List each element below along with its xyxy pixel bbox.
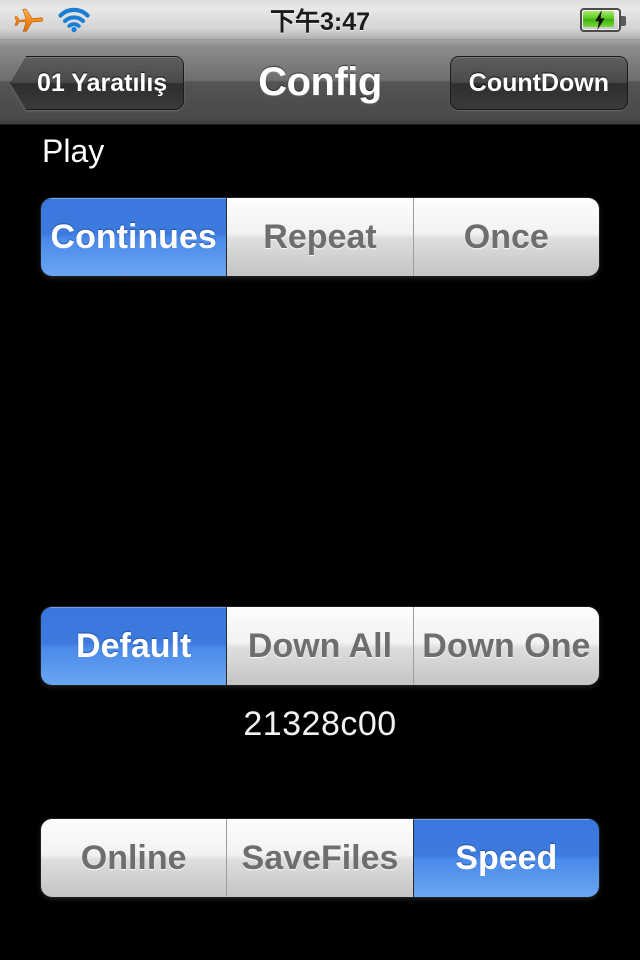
segment-online[interactable]: Online: [41, 819, 227, 897]
battery-charging-icon: [580, 8, 626, 32]
segment-once[interactable]: Once: [412, 198, 599, 276]
segment-savefiles[interactable]: SaveFiles: [226, 819, 413, 897]
segmented-control-download-mode[interactable]: Default Down All Down One: [40, 606, 600, 686]
segmented-control-source-mode[interactable]: Online SaveFiles Speed: [40, 818, 600, 898]
countdown-button[interactable]: CountDown: [449, 56, 628, 110]
play-section-label: Play: [42, 133, 105, 169]
segment-speed[interactable]: Speed: [412, 819, 599, 897]
back-button-shape: 01 Yaratılış: [10, 56, 185, 110]
status-bar-left: [0, 6, 200, 34]
airplane-icon: [14, 6, 44, 34]
status-bar: 下午3:47: [0, 0, 640, 40]
navigation-bar: Config 01 Yaratılış CountDown: [0, 40, 640, 125]
segment-repeat[interactable]: Repeat: [226, 198, 413, 276]
segment-down-all[interactable]: Down All: [226, 607, 413, 685]
status-bar-clock: 下午3:47: [269, 8, 371, 36]
status-bar-center: 下午3:47: [200, 2, 440, 38]
segment-default[interactable]: Default: [41, 607, 227, 685]
back-button-label: 01 Yaratılış: [37, 68, 168, 97]
segment-down-one[interactable]: Down One: [412, 607, 599, 685]
wifi-icon: [58, 7, 90, 33]
countdown-button-label: CountDown: [468, 68, 609, 97]
hex-value-label: 21328c00: [243, 705, 397, 743]
segmented-control-play-mode[interactable]: Continues Repeat Once: [40, 197, 600, 277]
app-screen: 下午3:47 Config 01 Yaratılış CountDown Pla…: [0, 0, 640, 960]
back-button[interactable]: 01 Yaratılış: [10, 56, 185, 110]
segment-continues[interactable]: Continues: [41, 198, 227, 276]
status-bar-right: [440, 8, 640, 32]
